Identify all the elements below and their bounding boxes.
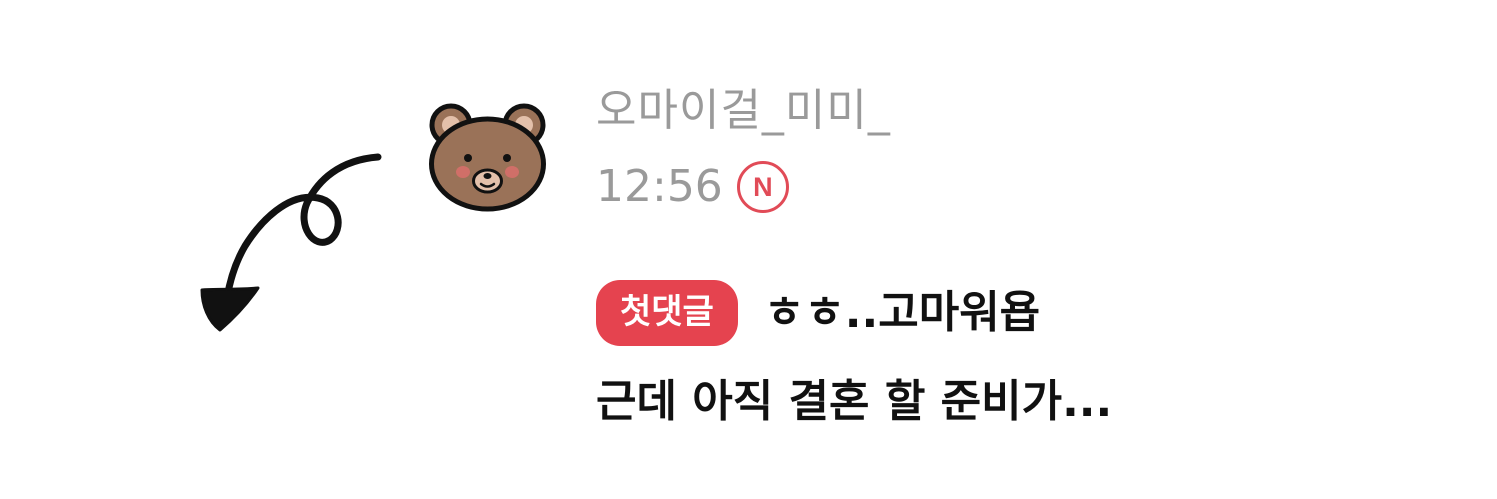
timestamp: 12:56 [596,161,723,212]
first-comment-badge: 첫댓글 [596,280,738,346]
comment-screenshot: 오마이걸_미미_ 12:56 N 첫댓글 ㅎㅎ..고마워욥 근데 아직 결혼 할… [0,0,1497,499]
bear-face-icon [429,103,546,212]
comment-text-line-1: ㅎㅎ..고마워욥 [763,287,1041,338]
new-badge: N [736,161,789,213]
comment-meta: 12:56 N [596,160,789,214]
comment-first-line: 첫댓글 ㅎㅎ..고마워욥 [596,275,1040,351]
comment-text-line-2: 근데 아직 결혼 할 준비가... [596,376,1113,427]
curly-arrow-icon [200,153,382,332]
author-name[interactable]: 오마이걸_미미_ [596,84,891,138]
